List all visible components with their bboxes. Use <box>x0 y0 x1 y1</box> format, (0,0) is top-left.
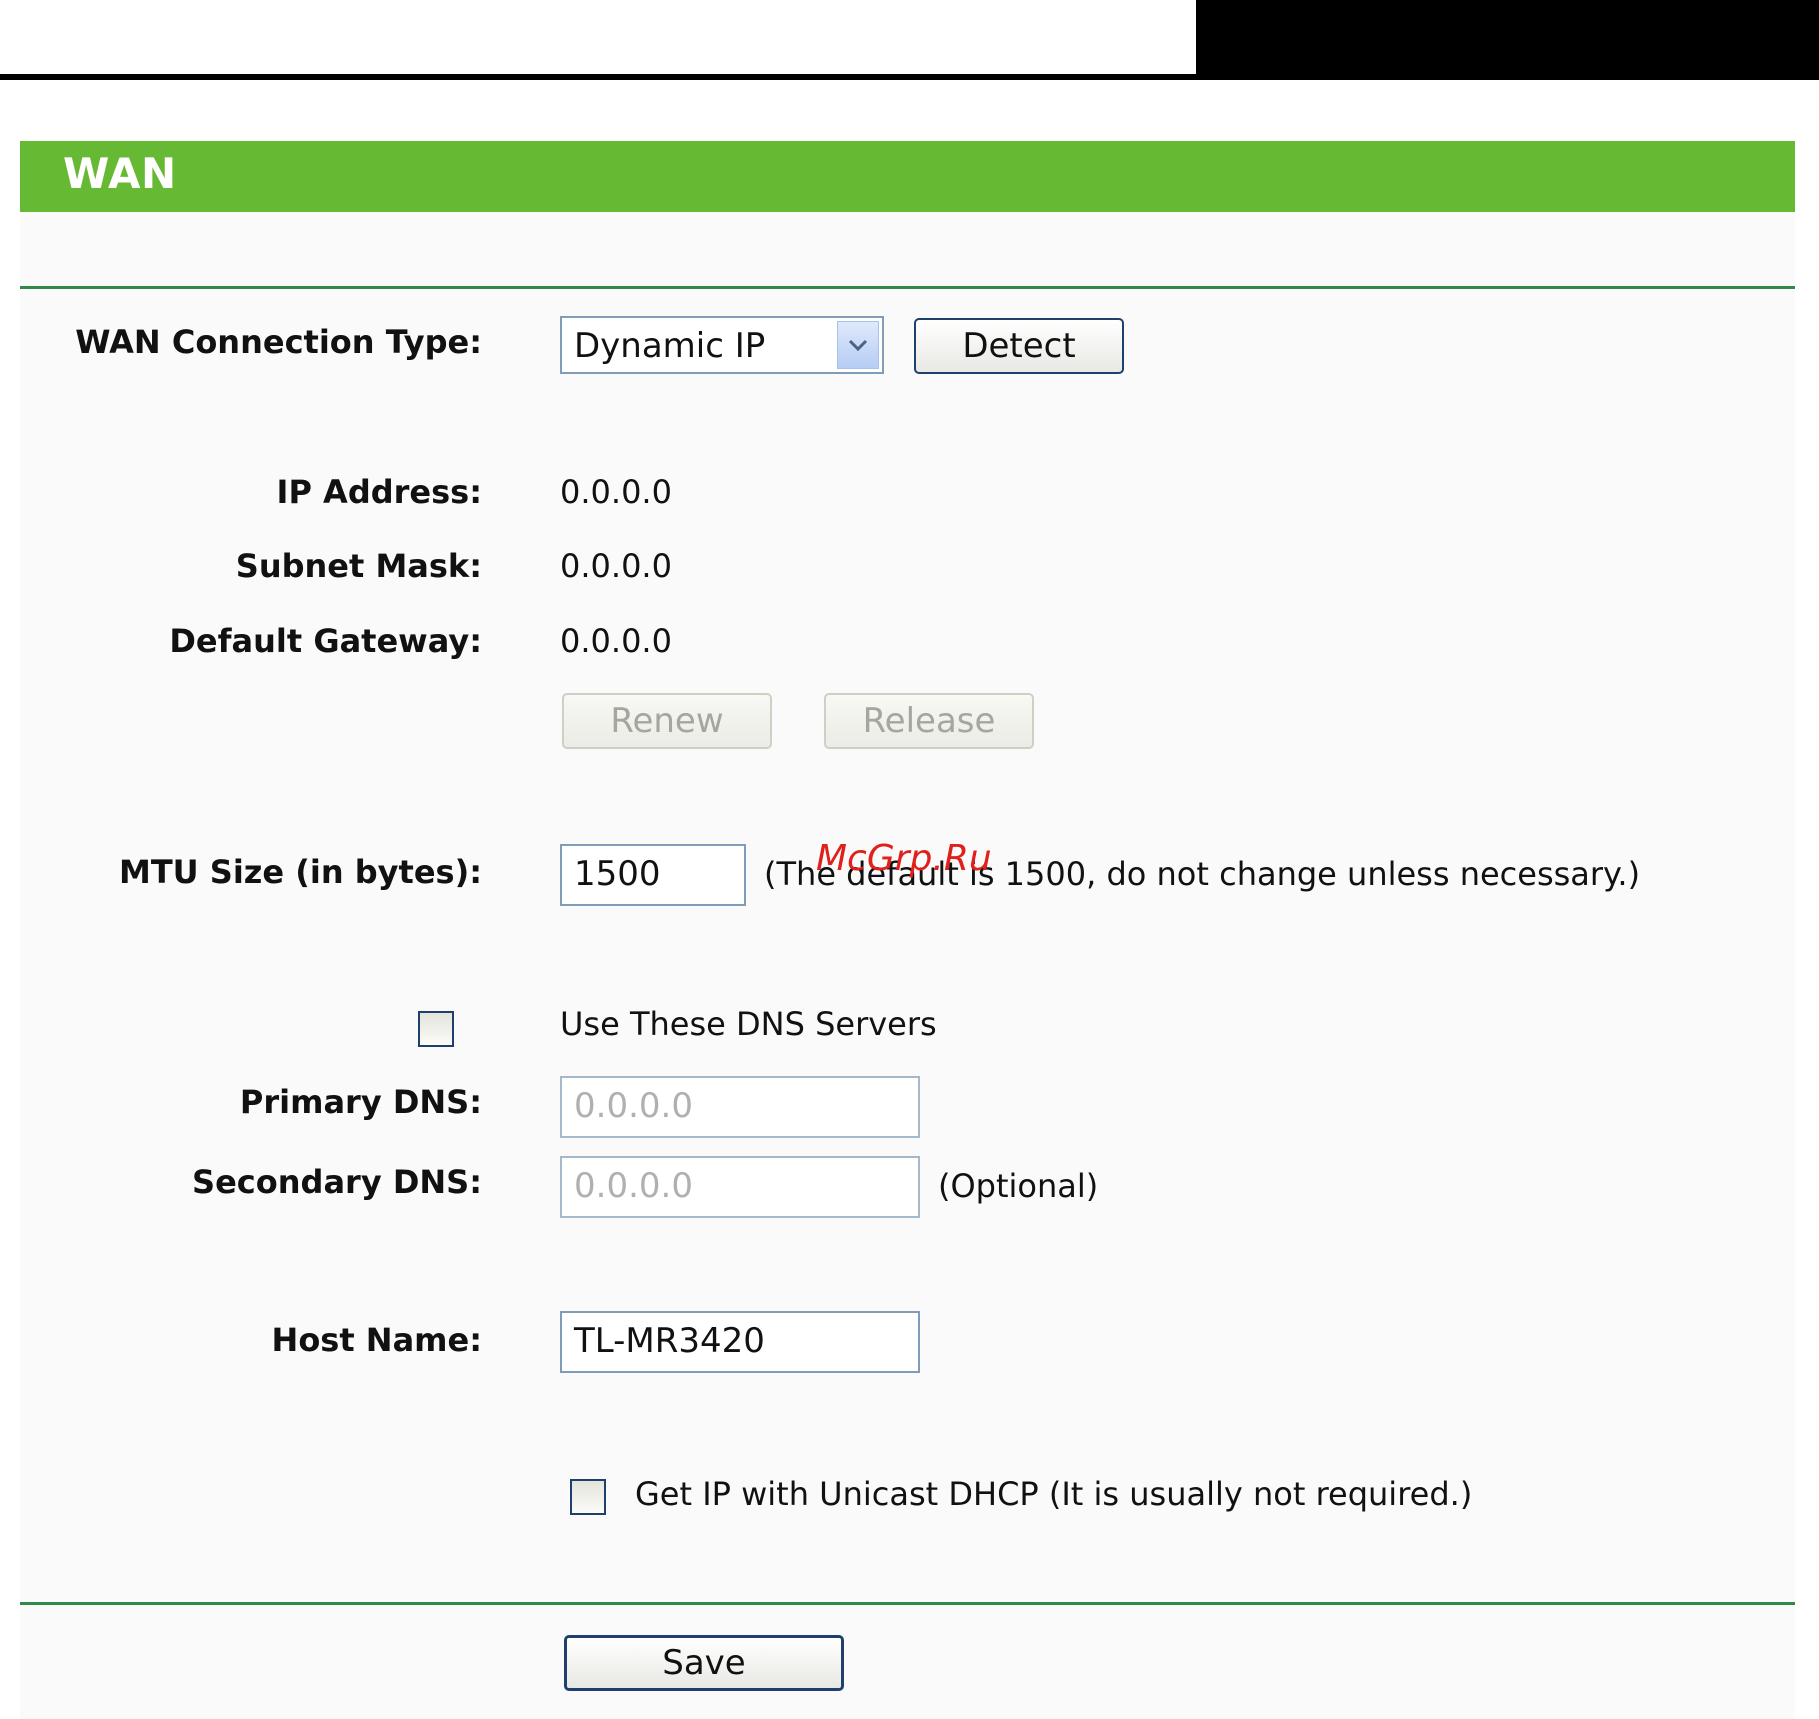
subnet-mask-label: Subnet Mask: <box>235 547 482 585</box>
renew-button[interactable]: Renew <box>562 693 772 749</box>
mtu-size-input[interactable]: 1500 <box>560 844 746 906</box>
ip-address-value: 0.0.0.0 <box>560 473 672 511</box>
wan-connection-type-label: WAN Connection Type: <box>75 323 482 361</box>
secondary-dns-optional-note: (Optional) <box>938 1167 1099 1205</box>
use-dns-servers-checkbox[interactable] <box>418 1011 454 1047</box>
default-gateway-value: 0.0.0.0 <box>560 622 672 660</box>
top-rule <box>0 74 1819 80</box>
bottom-divider <box>20 1602 1795 1605</box>
unicast-dhcp-checkbox[interactable] <box>570 1479 606 1515</box>
top-black-block <box>1196 0 1819 77</box>
release-button[interactable]: Release <box>824 693 1034 749</box>
primary-dns-label: Primary DNS: <box>239 1083 482 1121</box>
watermark: McGrp.Ru <box>816 838 992 879</box>
primary-dns-input[interactable]: 0.0.0.0 <box>560 1076 920 1138</box>
secondary-dns-input[interactable]: 0.0.0.0 <box>560 1156 920 1218</box>
secondary-dns-label: Secondary DNS: <box>192 1163 482 1201</box>
title-bar: WAN <box>20 141 1795 212</box>
host-name-input[interactable]: TL-MR3420 <box>560 1311 920 1373</box>
mtu-size-label: MTU Size (in bytes): <box>118 853 482 891</box>
page-title: WAN <box>63 149 177 198</box>
chevron-down-icon[interactable] <box>837 321 879 369</box>
wan-panel: WAN WAN Connection Type: Dynamic IP Dete… <box>20 141 1795 1719</box>
top-divider <box>20 286 1795 289</box>
subnet-mask-value: 0.0.0.0 <box>560 547 672 585</box>
wan-connection-type-select[interactable]: Dynamic IP <box>560 316 884 374</box>
unicast-dhcp-label: Get IP with Unicast DHCP (It is usually … <box>635 1475 1473 1513</box>
ip-address-label: IP Address: <box>276 473 482 511</box>
save-button[interactable]: Save <box>564 1635 844 1691</box>
detect-button[interactable]: Detect <box>914 318 1124 374</box>
use-dns-servers-label: Use These DNS Servers <box>560 1005 937 1043</box>
wan-connection-type-value: Dynamic IP <box>574 326 766 366</box>
default-gateway-label: Default Gateway: <box>169 622 482 660</box>
host-name-label: Host Name: <box>271 1321 482 1359</box>
